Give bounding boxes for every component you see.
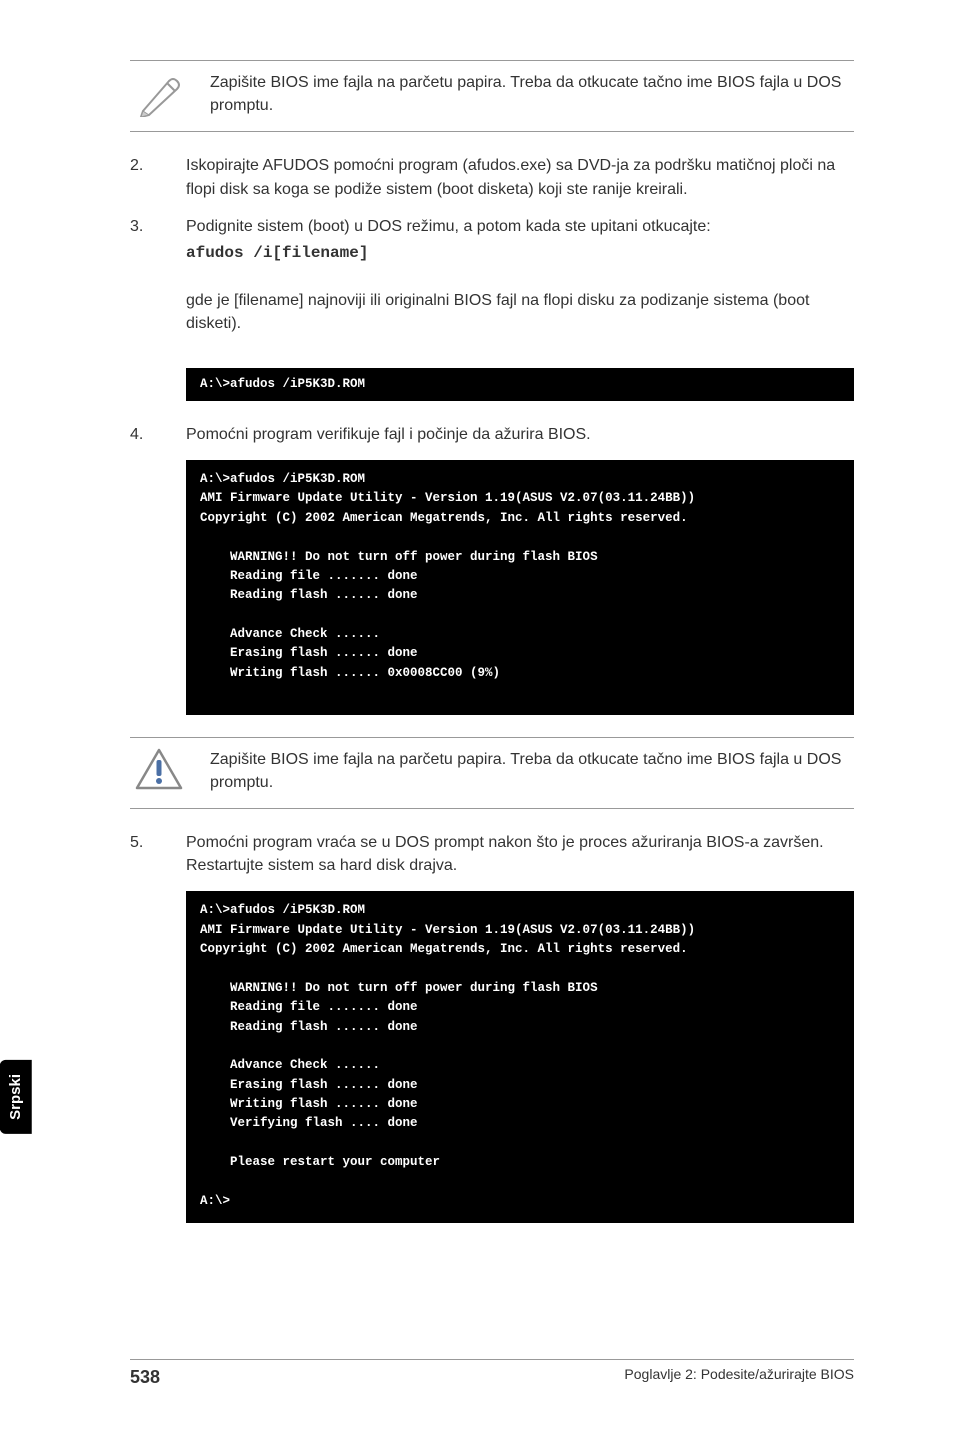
terminal-output-1: A:\>afudos /iP5K3D.ROM (186, 368, 854, 401)
language-tab: Srpski (0, 1060, 32, 1134)
step-followup: gde je [filename] najnoviji ili original… (186, 289, 854, 335)
step-5: 5. Pomoćni program vraća se u DOS prompt… (130, 831, 854, 877)
step-text: Podignite sistem (boot) u DOS režimu, a … (186, 215, 854, 238)
step-number: 3. (130, 215, 158, 354)
step-number: 5. (130, 831, 158, 877)
step-body: Podignite sistem (boot) u DOS režimu, a … (186, 215, 854, 354)
step-body: Pomoćni program vraća se u DOS prompt na… (186, 831, 854, 877)
step-number: 4. (130, 423, 158, 446)
chapter-label: Poglavlje 2: Podesite/ažurirajte BIOS (624, 1364, 854, 1390)
step-4: 4. Pomoćni program verifikuje fajl i poč… (130, 423, 854, 446)
step-number: 2. (130, 154, 158, 200)
page-footer: 538 Poglavlje 2: Podesite/ažurirajte BIO… (0, 1359, 954, 1390)
footer-row: 538 Poglavlje 2: Podesite/ažurirajte BIO… (130, 1364, 854, 1390)
terminal-output-2: A:\>afudos /iP5K3D.ROM AMI Firmware Upda… (186, 460, 854, 715)
step-body: Iskopirajte AFUDOS pomoćni program (afud… (186, 154, 854, 200)
inline-command: afudos /i[filename] (186, 242, 854, 265)
steps-list: 5. Pomoćni program vraća se u DOS prompt… (130, 831, 854, 877)
pencil-icon (130, 71, 188, 117)
steps-list: 2. Iskopirajte AFUDOS pomoćni program (a… (130, 154, 854, 353)
steps-list: 4. Pomoćni program verifikuje fajl i poč… (130, 423, 854, 446)
warning-icon (130, 748, 188, 790)
note-text: Zapišite BIOS ime fajla na parčetu papir… (210, 748, 854, 794)
page-number: 538 (130, 1364, 160, 1390)
step-2: 2. Iskopirajte AFUDOS pomoćni program (a… (130, 154, 854, 200)
terminal-output-3: A:\>afudos /iP5K3D.ROM AMI Firmware Upda… (186, 891, 854, 1223)
note-text: Zapišite BIOS ime fajla na parčetu papir… (210, 71, 854, 117)
note-box-1: Zapišite BIOS ime fajla na parčetu papir… (130, 60, 854, 132)
page-content: Zapišite BIOS ime fajla na parčetu papir… (0, 0, 954, 1223)
footer-divider (130, 1359, 854, 1360)
note-box-2: Zapišite BIOS ime fajla na parčetu papir… (130, 737, 854, 809)
step-3: 3. Podignite sistem (boot) u DOS režimu,… (130, 215, 854, 354)
step-body: Pomoćni program verifikuje fajl i počinj… (186, 423, 854, 446)
